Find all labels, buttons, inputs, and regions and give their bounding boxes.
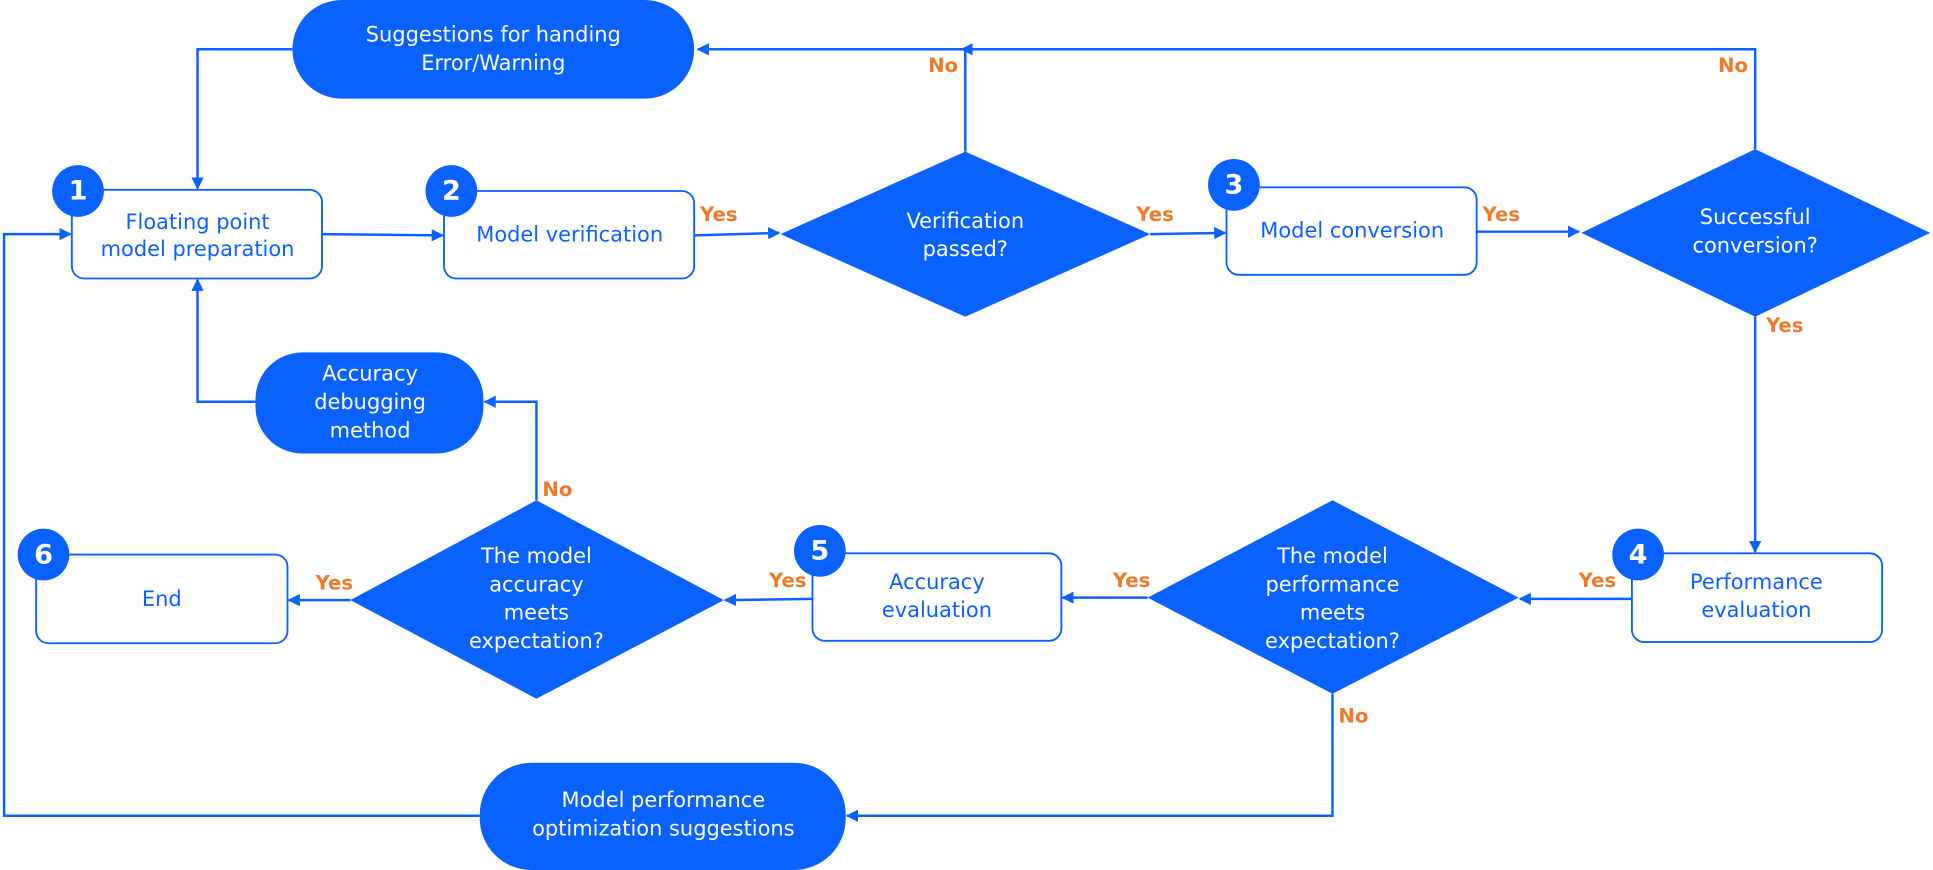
step-number-badge: 1 bbox=[69, 176, 88, 207]
step-text: Model conversion bbox=[1260, 219, 1444, 243]
step-6-box: End 6 bbox=[17, 528, 289, 645]
no-label: No bbox=[542, 478, 572, 501]
step-5-box: Accuracy evaluation 5 bbox=[793, 524, 1063, 642]
arrow-debug-1 bbox=[191, 278, 256, 403]
decision-text: passed? bbox=[923, 237, 1008, 261]
no-label: No bbox=[1718, 54, 1748, 77]
step-number-badge: 3 bbox=[1224, 170, 1243, 201]
decision-conversion: Successful conversion? bbox=[1581, 149, 1931, 317]
decision-text: expectation? bbox=[1265, 629, 1400, 653]
terminal-text: Suggestions for handing bbox=[366, 23, 621, 47]
terminal-text: method bbox=[330, 418, 411, 442]
decision-text: meets bbox=[504, 601, 569, 625]
step-number-badge: 4 bbox=[1629, 539, 1648, 570]
arrow-opt-1 bbox=[2, 227, 480, 818]
decision-accuracy: The model accuracy meets expectation? bbox=[350, 500, 724, 699]
terminal-text: Accuracy bbox=[322, 362, 418, 386]
yes-label: Yes bbox=[1482, 203, 1521, 226]
yes-label: Yes bbox=[768, 569, 807, 592]
step-text: Performance bbox=[1690, 570, 1823, 594]
step-text: Model verification bbox=[476, 222, 663, 246]
arrow-verify-no bbox=[960, 43, 973, 152]
step-1-box: Floating point model preparation 1 bbox=[52, 165, 323, 280]
decision-text: conversion? bbox=[1692, 233, 1817, 257]
step-number-badge: 6 bbox=[34, 539, 53, 570]
flowchart: Yes Yes Yes Yes Yes Yes Yes Yes No No No… bbox=[2, 0, 1931, 870]
step-text: evaluation bbox=[1701, 598, 1811, 622]
terminal-accuracy-debugging: Accuracy debugging method bbox=[255, 352, 484, 454]
step-3-box: Model conversion 3 bbox=[1208, 158, 1478, 276]
arrow-2-verify bbox=[694, 227, 781, 240]
arrow-perf-no bbox=[845, 693, 1334, 822]
step-text: Accuracy bbox=[889, 570, 985, 594]
decision-text: expectation? bbox=[469, 629, 604, 653]
decision-text: The model bbox=[480, 544, 592, 568]
step-text: Floating point bbox=[125, 210, 269, 234]
decision-text: performance bbox=[1265, 572, 1399, 596]
yes-label: Yes bbox=[1135, 203, 1174, 226]
terminal-text: optimization suggestions bbox=[532, 816, 795, 840]
arrow-error-1 bbox=[191, 48, 293, 190]
no-label: No bbox=[1338, 705, 1368, 728]
yes-label: Yes bbox=[699, 203, 738, 226]
decision-text: Successful bbox=[1700, 205, 1811, 229]
step-number-badge: 5 bbox=[810, 536, 829, 567]
arrow-1-2 bbox=[321, 229, 445, 242]
yes-label: Yes bbox=[1578, 569, 1617, 592]
yes-label: Yes bbox=[315, 572, 354, 595]
decision-text: meets bbox=[1300, 601, 1365, 625]
decision-text: accuracy bbox=[489, 572, 583, 596]
yes-label: Yes bbox=[1765, 314, 1804, 337]
decision-text: The model bbox=[1276, 544, 1388, 568]
arrow-convert-no bbox=[696, 43, 1757, 150]
terminal-text: Model performance bbox=[562, 788, 766, 812]
step-2-box: Model verification 2 bbox=[425, 165, 696, 280]
arrow-5-acc bbox=[723, 593, 813, 607]
terminal-text: Error/Warning bbox=[421, 51, 565, 75]
step-4-box: Performance evaluation 4 bbox=[1612, 528, 1884, 643]
step-text: model preparation bbox=[101, 237, 295, 261]
yes-label: Yes bbox=[1112, 569, 1151, 592]
terminal-text: debugging bbox=[314, 390, 426, 414]
step-number-badge: 2 bbox=[442, 176, 461, 207]
no-label: No bbox=[928, 54, 958, 77]
decision-verification: Verification passed? bbox=[780, 151, 1151, 317]
decision-text: Verification bbox=[906, 209, 1024, 233]
terminal-performance-optimization: Model performance optimization suggestio… bbox=[479, 762, 846, 870]
step-text: End bbox=[142, 587, 182, 611]
arrow-verify-3 bbox=[1150, 226, 1227, 240]
arrow-acc-no bbox=[483, 395, 538, 501]
decision-performance: The model performance meets expectation? bbox=[1147, 500, 1519, 694]
step-text: evaluation bbox=[882, 598, 992, 622]
terminal-error-warning: Suggestions for handing Error/Warning bbox=[292, 0, 695, 99]
